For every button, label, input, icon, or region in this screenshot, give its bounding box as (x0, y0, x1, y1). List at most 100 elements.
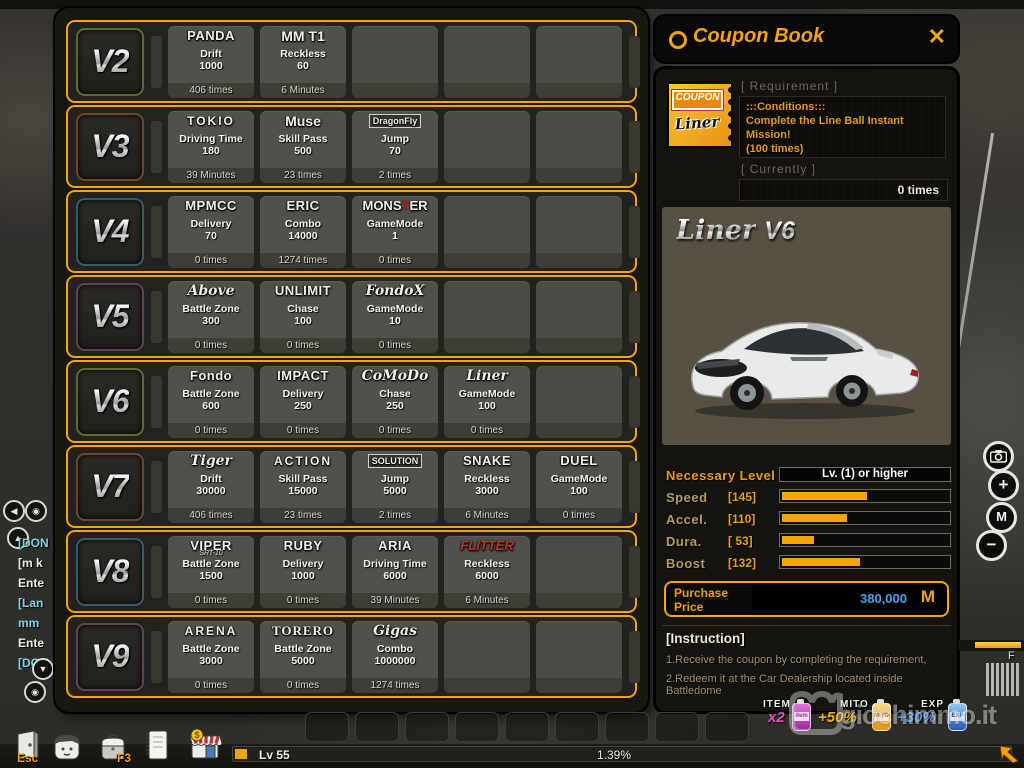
expand-arrow-icon[interactable] (998, 744, 1020, 764)
coupon-card[interactable]: ERIC Combo 14000 1274 times (260, 196, 346, 268)
stat-label: Accel. (666, 512, 707, 527)
gauge-stripe (1011, 663, 1014, 696)
coupon-card[interactable] (444, 111, 530, 183)
card-req-type: Skill Pass (260, 473, 346, 485)
ring-icon (669, 31, 687, 49)
stat-bar (779, 533, 951, 547)
zoom-in-button[interactable]: + (988, 470, 1019, 501)
row-left-sliver (151, 121, 162, 173)
hotbar-slot[interactable] (405, 712, 449, 742)
chat-options-button[interactable]: ◉ (24, 681, 46, 703)
coupon-card[interactable]: TORERO Battle Zone 5000 0 times (260, 621, 346, 693)
shop-icon[interactable]: $ (186, 726, 224, 764)
coupon-card[interactable] (536, 281, 622, 353)
hotbar-slot[interactable] (605, 712, 649, 742)
necessary-level-value: Lv. (1) or higher (779, 467, 951, 482)
card-name: FondoX (352, 281, 438, 301)
row-right-sliver (629, 546, 640, 598)
coupon-card[interactable] (444, 281, 530, 353)
hotbar-slot[interactable] (705, 712, 749, 742)
hotbar-slot[interactable] (505, 712, 549, 742)
chat-prev-button[interactable]: ◀ (3, 500, 25, 522)
card-req-value: 3000 (168, 655, 254, 667)
coupon-card[interactable] (536, 621, 622, 693)
map-button[interactable]: M (986, 502, 1017, 533)
coupon-card[interactable] (536, 536, 622, 608)
coupon-card[interactable] (444, 196, 530, 268)
coupon-card[interactable] (352, 26, 438, 98)
coupon-card[interactable]: MM T1 Reckless 60 6 Minutes (260, 26, 346, 98)
hotbar-slot[interactable] (655, 712, 699, 742)
card-name: TORERO (260, 621, 346, 641)
coupon-card[interactable]: DUEL GameMode 100 0 times (536, 451, 622, 523)
coupon-card[interactable]: ACTION Skill Pass 15000 23 times (260, 451, 346, 523)
card-name (536, 536, 622, 556)
card-req-value: 300 (168, 315, 254, 327)
game-screen: ◀ ◉ ▲ [DON[m kEnte[LanmmEnte[DON ▼ ◉ V2 … (0, 0, 1024, 768)
card-req-value: 100 (536, 485, 622, 497)
coupon-card[interactable] (536, 111, 622, 183)
coupon-grid-row: V3 TOKIO Driving Time 180 39 Minutes Mus… (66, 105, 637, 188)
coupon-card[interactable]: SOLUTION Jump 5000 2 times (352, 451, 438, 523)
car-version: V6 (764, 217, 795, 245)
requirement-label: [ Requirement ] (741, 79, 838, 93)
progress-percent: 1.39% (597, 748, 631, 762)
coupon-card[interactable]: IMPACT Delivery 250 0 times (260, 366, 346, 438)
coupon-card[interactable]: FLITTER Reckless 6000 6 Minutes (444, 536, 530, 608)
card-progress: 0 times (536, 508, 622, 523)
coupon-band: COUPON (672, 90, 723, 110)
notebook-icon[interactable] (142, 728, 172, 760)
coupon-card[interactable]: Above Battle Zone 300 0 times (168, 281, 254, 353)
coupon-card[interactable]: ARENA Battle Zone 3000 0 times (168, 621, 254, 693)
hotbar-slot[interactable] (555, 712, 599, 742)
coupon-card[interactable]: PANDA Drift 1000 406 times (168, 26, 254, 98)
coupon-card[interactable]: FondoX GameMode 10 0 times (352, 281, 438, 353)
hotbar-slot[interactable] (355, 712, 399, 742)
coupon-card[interactable]: Tiger Drift 30000 406 times (168, 451, 254, 523)
coupon-card[interactable]: UNLIMIT Chase 100 0 times (260, 281, 346, 353)
coupon-card[interactable]: Muse Skill Pass 500 23 times (260, 111, 346, 183)
coupon-card[interactable]: VIPER SRT-10 Battle Zone 1500 0 times (168, 536, 254, 608)
coupon-card[interactable]: ARIA Driving Time 6000 39 Minutes (352, 536, 438, 608)
coupon-card[interactable]: DragonFly Jump 70 2 times (352, 111, 438, 183)
card-req-value: 1000 (168, 60, 254, 72)
mito-bonus: +50% (818, 709, 857, 726)
coupon-card[interactable] (536, 196, 622, 268)
stat-necessary-level: Necessary Level Lv. (1) or higher (666, 467, 947, 483)
coupon-card[interactable]: Fondo Battle Zone 600 0 times (168, 366, 254, 438)
coupon-card[interactable]: TOKIO Driving Time 180 39 Minutes (168, 111, 254, 183)
card-name: Muse (260, 111, 346, 131)
coupon-card[interactable]: Liner GameMode 100 0 times (444, 366, 530, 438)
coupon-card[interactable]: SNAKE Reckless 3000 6 Minutes (444, 451, 530, 523)
purchase-price-label: Purchase Price (670, 585, 752, 613)
card-req-value: 1000000 (352, 655, 438, 667)
chat-mode-button[interactable]: ◉ (25, 500, 47, 522)
card-req-type: Drift (168, 473, 254, 485)
coupon-card[interactable]: RUBY Delivery 1000 0 times (260, 536, 346, 608)
coupon-card[interactable]: CoMoDo Chase 250 0 times (352, 366, 438, 438)
card-req-type: Delivery (168, 218, 254, 230)
card-progress: 406 times (168, 83, 254, 98)
coupon-card[interactable] (536, 26, 622, 98)
coupon-card[interactable]: Gigas Combo 1000000 1274 times (352, 621, 438, 693)
card-req-value: 1500 (168, 570, 254, 582)
character-icon[interactable] (52, 732, 82, 764)
row-left-sliver (151, 206, 162, 258)
coupon-card[interactable] (444, 621, 530, 693)
coupon-card[interactable] (536, 366, 622, 438)
card-name: PANDA (168, 26, 254, 46)
stat-row: Boost [132] (666, 555, 947, 571)
coupon-perforation (725, 84, 731, 146)
close-icon[interactable]: ✕ (928, 24, 946, 50)
chat-scroll-down-button[interactable]: ▼ (32, 658, 54, 680)
stat-row: Speed [145] (666, 489, 947, 505)
coupon-card[interactable]: MONSTER GameMode 1 0 times (352, 196, 438, 268)
zoom-out-button[interactable]: − (976, 530, 1007, 561)
camera-button[interactable] (983, 441, 1014, 472)
coupon-card[interactable]: MPMCC Delivery 70 0 times (168, 196, 254, 268)
version-badge-label: V9 (91, 638, 128, 675)
hotbar-slot[interactable] (455, 712, 499, 742)
coupon-card[interactable] (444, 26, 530, 98)
card-req-value: 10 (352, 315, 438, 327)
hotbar-slot[interactable] (305, 712, 349, 742)
